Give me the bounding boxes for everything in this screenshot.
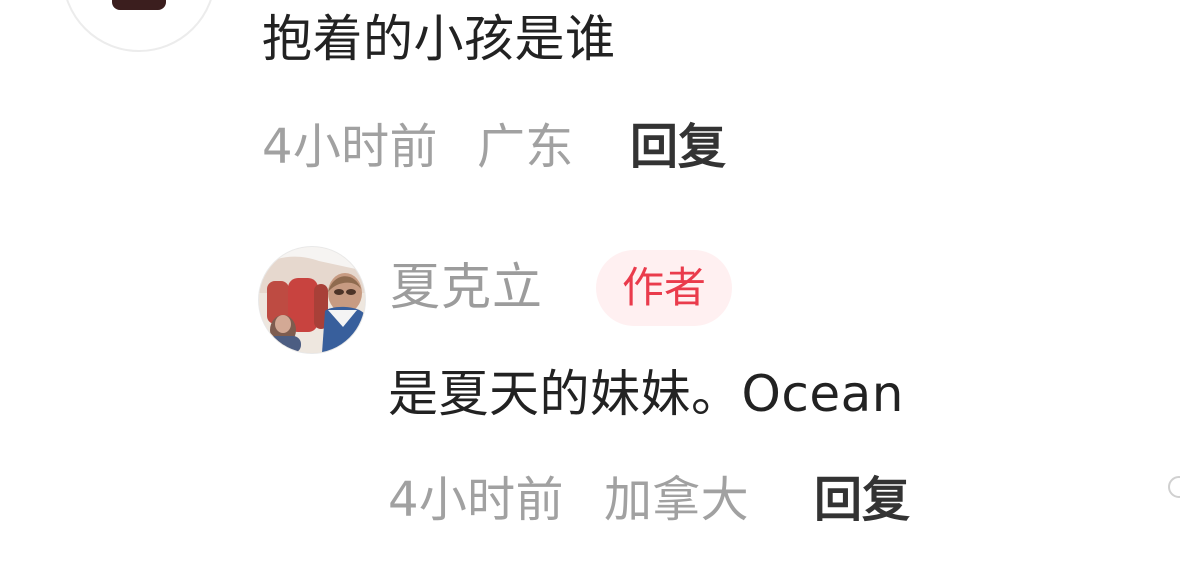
- reply-user-avatar-image: [259, 247, 365, 353]
- reply-user-avatar[interactable]: [258, 246, 366, 354]
- main-comment-time: 4小时前: [262, 119, 438, 175]
- main-comment-location: 广东: [477, 119, 574, 175]
- main-comment-text: 抱着的小孩是谁: [262, 10, 616, 68]
- author-badge: 作者: [596, 250, 732, 326]
- top-user-avatar[interactable]: [62, 0, 216, 52]
- reply-comment-text: 是夏天的妹妹。Ocean: [388, 365, 904, 423]
- reply-username[interactable]: 夏克立: [390, 262, 543, 312]
- reply-comment-reply-button[interactable]: 回复: [814, 476, 910, 524]
- reply-comment-time: 4小时前: [388, 472, 564, 528]
- partial-circle-icon: [1168, 476, 1180, 498]
- comment-thread: 抱着的小孩是谁 4小时前 广东 回复 夏克立 作者 是夏天的妹妹。Ocean 4…: [0, 0, 1180, 578]
- main-comment-reply-button[interactable]: 回复: [630, 123, 726, 171]
- reply-comment-location: 加拿大: [604, 472, 749, 528]
